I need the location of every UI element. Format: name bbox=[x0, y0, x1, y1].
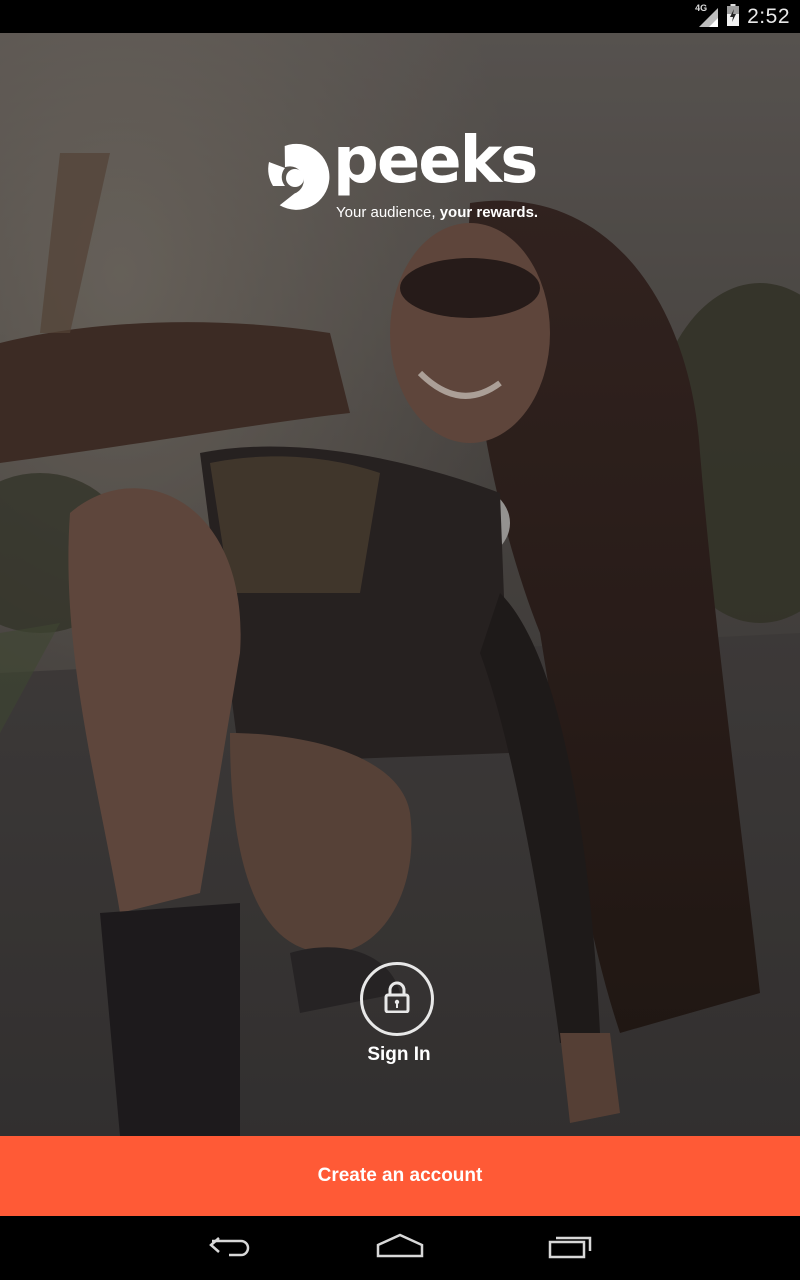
sign-in-button[interactable]: Sign In bbox=[340, 960, 460, 1070]
brand-name: peeks bbox=[333, 124, 538, 198]
peeks-logo-icon bbox=[261, 142, 331, 212]
brand-logo: peeks Your audience, your rewards. bbox=[261, 129, 551, 227]
status-time: 2:52 bbox=[747, 4, 790, 28]
app-screen: 4G 2:52 peeks Your audience, your reward… bbox=[0, 0, 800, 1280]
home-button[interactable] bbox=[368, 1230, 432, 1266]
battery-icon bbox=[727, 3, 740, 30]
signal-icon: 4G bbox=[695, 2, 719, 28]
tagline-regular: Your audience, bbox=[336, 204, 440, 221]
network-type-label: 4G bbox=[695, 2, 708, 13]
home-icon bbox=[375, 1233, 425, 1263]
brand-tagline: Your audience, your rewards. bbox=[336, 204, 538, 221]
sign-in-circle[interactable] bbox=[360, 962, 434, 1036]
recent-apps-icon bbox=[547, 1233, 593, 1263]
tagline-bold: your rewards. bbox=[439, 204, 539, 221]
navigation-bar bbox=[0, 1216, 800, 1280]
lock-icon bbox=[384, 981, 410, 1017]
status-icons: 4G 2:52 bbox=[695, 0, 790, 33]
create-account-button[interactable]: Create an account bbox=[0, 1136, 800, 1216]
status-bar: 4G 2:52 bbox=[0, 0, 800, 33]
back-button[interactable] bbox=[198, 1230, 262, 1266]
sign-in-label: Sign In bbox=[367, 1044, 431, 1065]
back-icon bbox=[207, 1233, 253, 1263]
recent-apps-button[interactable] bbox=[538, 1230, 602, 1266]
